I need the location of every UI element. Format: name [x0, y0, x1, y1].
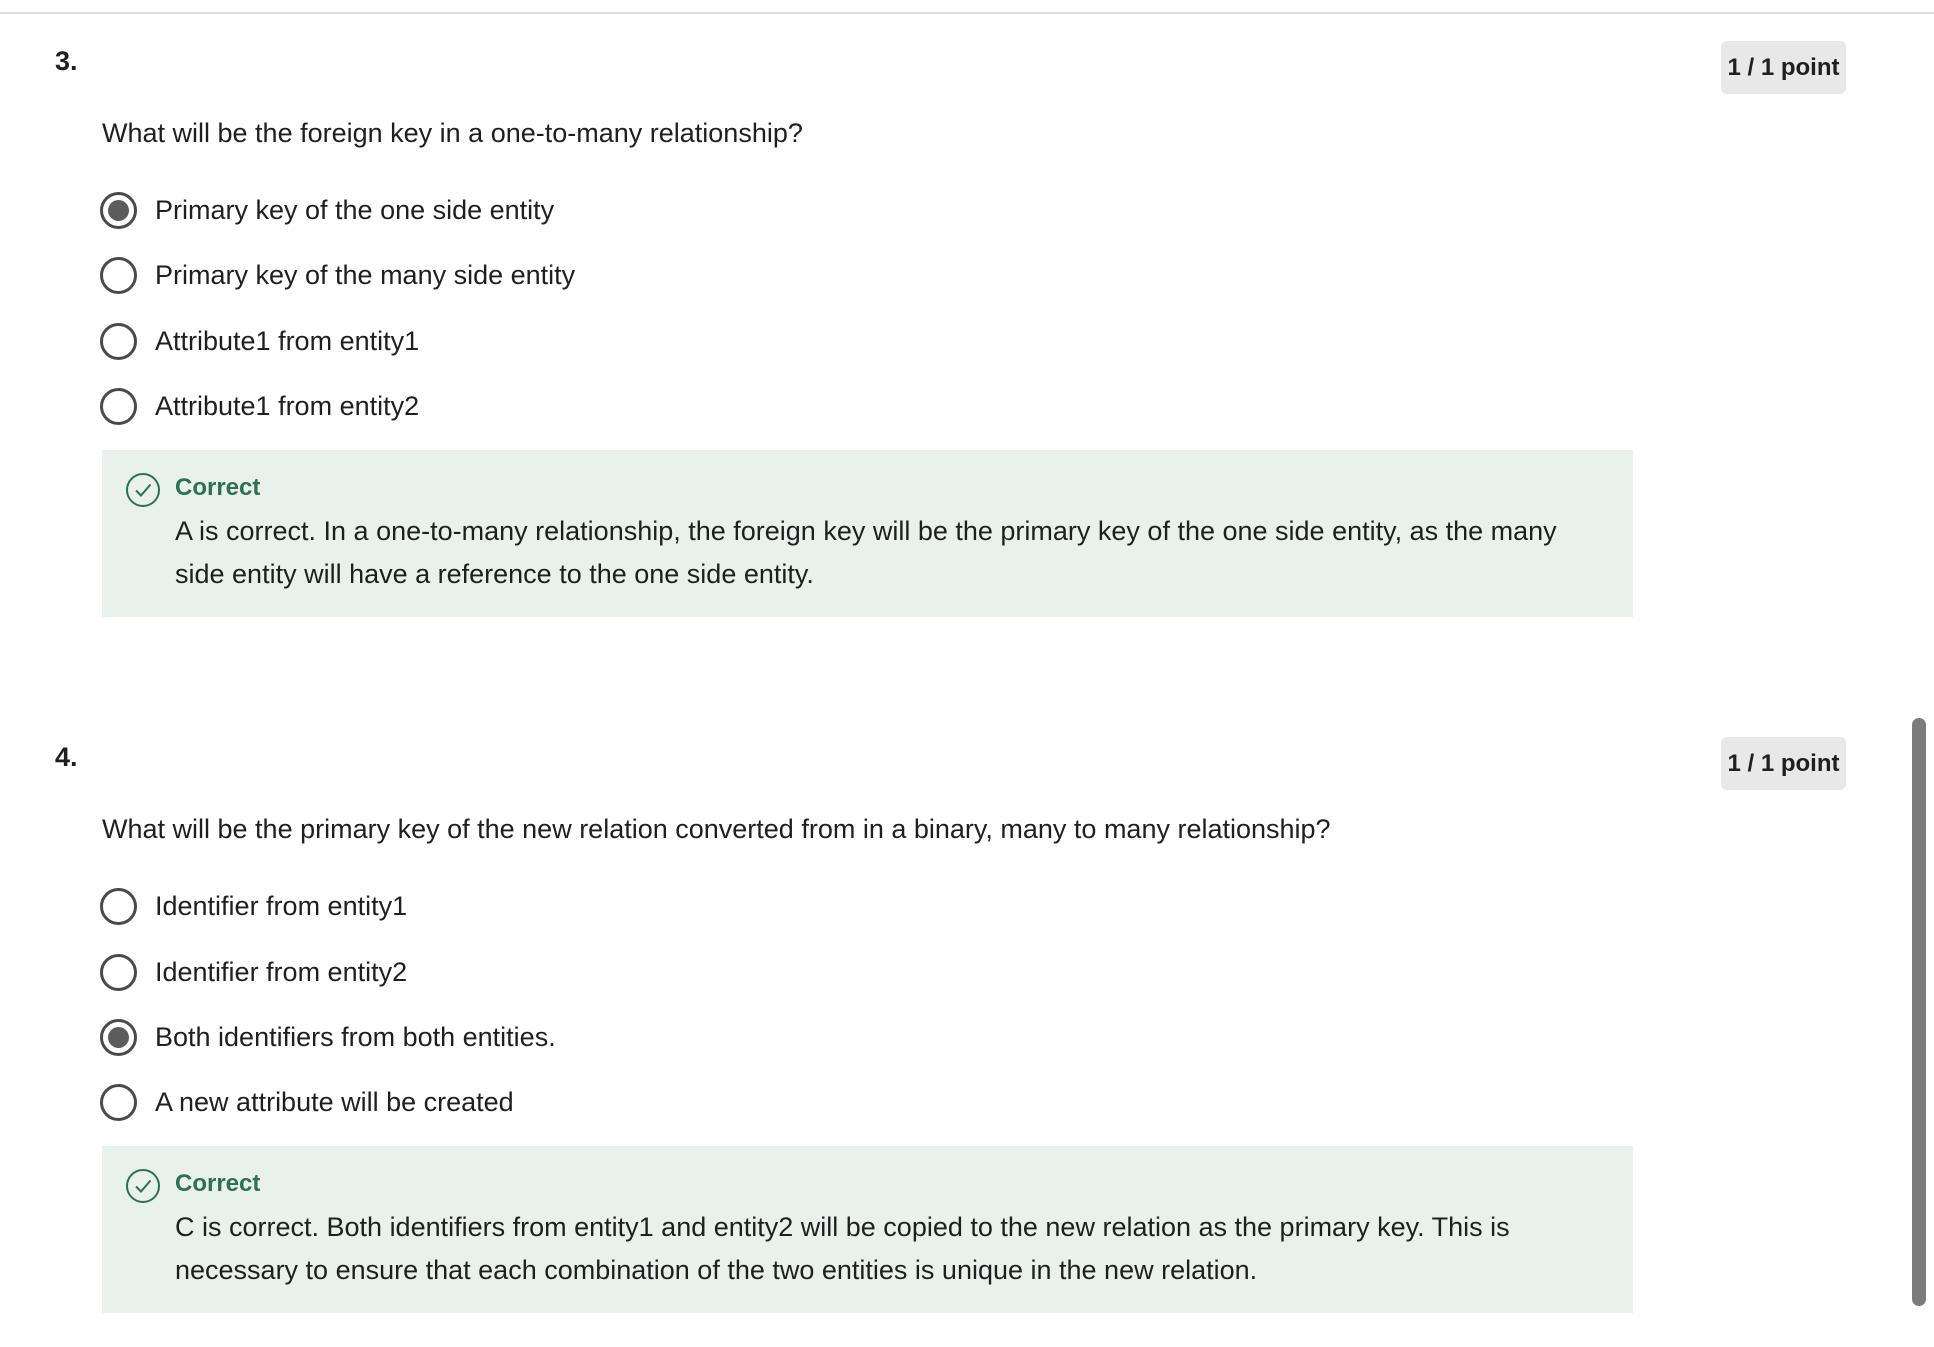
option-c[interactable]: Both identifiers from both entities.: [100, 1017, 556, 1057]
option-label: Identifier from entity2: [155, 956, 408, 987]
question-number: 3.: [55, 46, 78, 76]
feedback-status: Correct: [175, 1170, 261, 1197]
question-number: 4.: [55, 742, 78, 772]
option-label: Identifier from entity1: [155, 890, 408, 921]
option-d[interactable]: Attribute1 from entity2: [100, 386, 419, 426]
radio-unselected-icon[interactable]: [100, 953, 137, 991]
feedback-panel: Correct A is correct. In a one-to-many r…: [102, 450, 1633, 617]
check-circle-icon: [126, 1169, 160, 1203]
radio-selected-icon[interactable]: [100, 191, 137, 229]
feedback-text: A is correct. In a one-to-many relations…: [175, 516, 1557, 589]
option-label: Primary key of the one side entity: [155, 194, 555, 225]
check-circle-icon: [126, 473, 160, 507]
option-label: Both identifiers from both entities.: [155, 1021, 556, 1052]
radio-selected-icon[interactable]: [100, 1018, 137, 1056]
points-badge: 1 / 1 point: [1721, 41, 1846, 94]
points-badge: 1 / 1 point: [1721, 737, 1846, 790]
option-d[interactable]: A new attribute will be created: [100, 1082, 514, 1122]
scrollbar-thumb[interactable]: [1912, 718, 1926, 1306]
radio-unselected-icon[interactable]: [100, 256, 137, 294]
option-b[interactable]: Identifier from entity2: [100, 952, 407, 992]
option-a[interactable]: Identifier from entity1: [100, 886, 407, 926]
feedback-text: C is correct. Both identifiers from enti…: [175, 1212, 1510, 1285]
question-text: What will be the primary key of the new …: [102, 814, 1331, 844]
top-divider: [0, 12, 1934, 14]
option-label: A new attribute will be created: [155, 1086, 514, 1117]
option-a[interactable]: Primary key of the one side entity: [100, 190, 554, 230]
option-b[interactable]: Primary key of the many side entity: [100, 255, 575, 295]
radio-unselected-icon[interactable]: [100, 387, 137, 425]
radio-unselected-icon[interactable]: [100, 1083, 137, 1121]
feedback-panel: Correct C is correct. Both identifiers f…: [102, 1146, 1633, 1313]
option-label: Attribute1 from entity2: [155, 390, 420, 421]
option-c[interactable]: Attribute1 from entity1: [100, 321, 419, 361]
option-label: Primary key of the many side entity: [155, 259, 576, 290]
feedback-status: Correct: [175, 474, 261, 501]
radio-unselected-icon[interactable]: [100, 322, 137, 360]
radio-unselected-icon[interactable]: [100, 887, 137, 925]
question-text: What will be the foreign key in a one-to…: [102, 118, 803, 148]
option-label: Attribute1 from entity1: [155, 325, 420, 356]
